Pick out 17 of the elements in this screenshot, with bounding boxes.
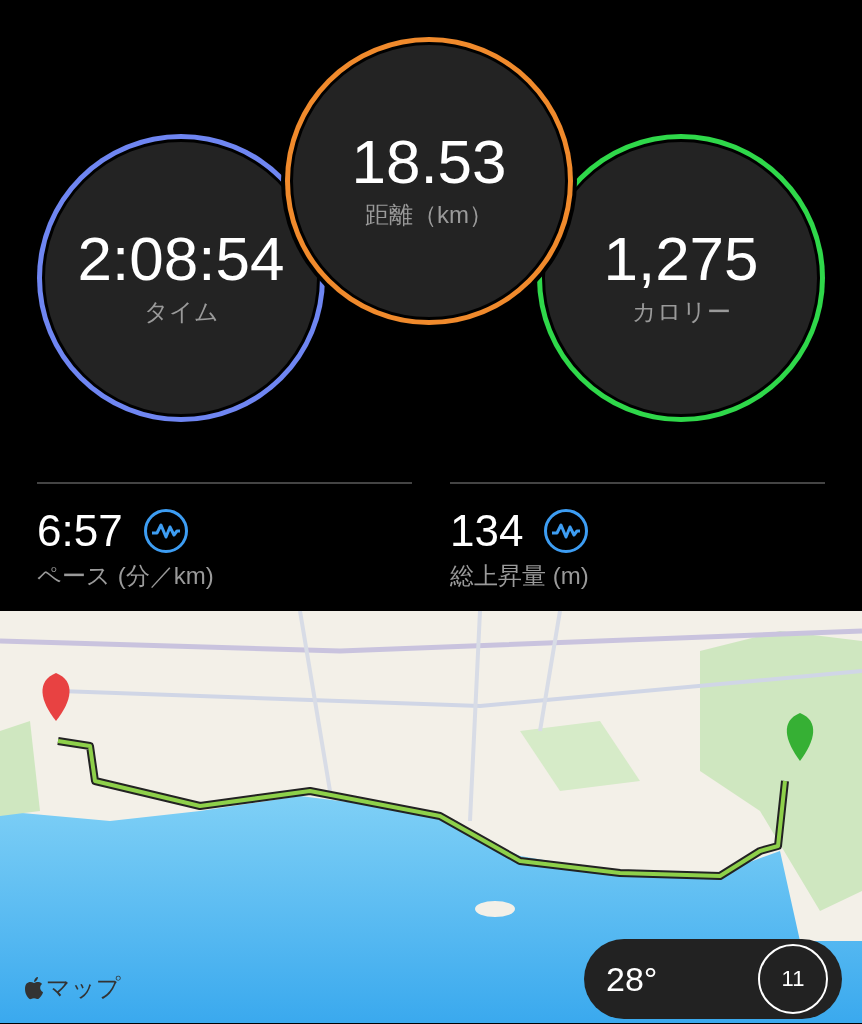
ring-value: 18.53 <box>351 131 507 193</box>
temperature: 28° <box>606 959 658 999</box>
activity-wave-icon[interactable] <box>142 508 189 554</box>
activity-wave-icon[interactable] <box>543 508 590 554</box>
ring-value: 1,275 <box>603 228 759 290</box>
weather-pill[interactable]: 28° 11 <box>584 939 842 1019</box>
ring-value: 2:08:54 <box>77 228 285 290</box>
apple-icon <box>24 976 44 1000</box>
map-attribution: マップ <box>46 973 121 1003</box>
ring-label: タイム <box>143 297 219 327</box>
air-quality-value: 11 <box>781 966 805 992</box>
stat-label: 総上昇量 (m) <box>450 561 590 591</box>
stat-value: 134 <box>450 509 524 553</box>
stat-value: 6:57 <box>37 509 123 553</box>
ring-label: 距離（km） <box>365 200 493 230</box>
ring-label: カロリー <box>631 297 731 327</box>
stat-label: ペース (分／km) <box>37 561 215 591</box>
